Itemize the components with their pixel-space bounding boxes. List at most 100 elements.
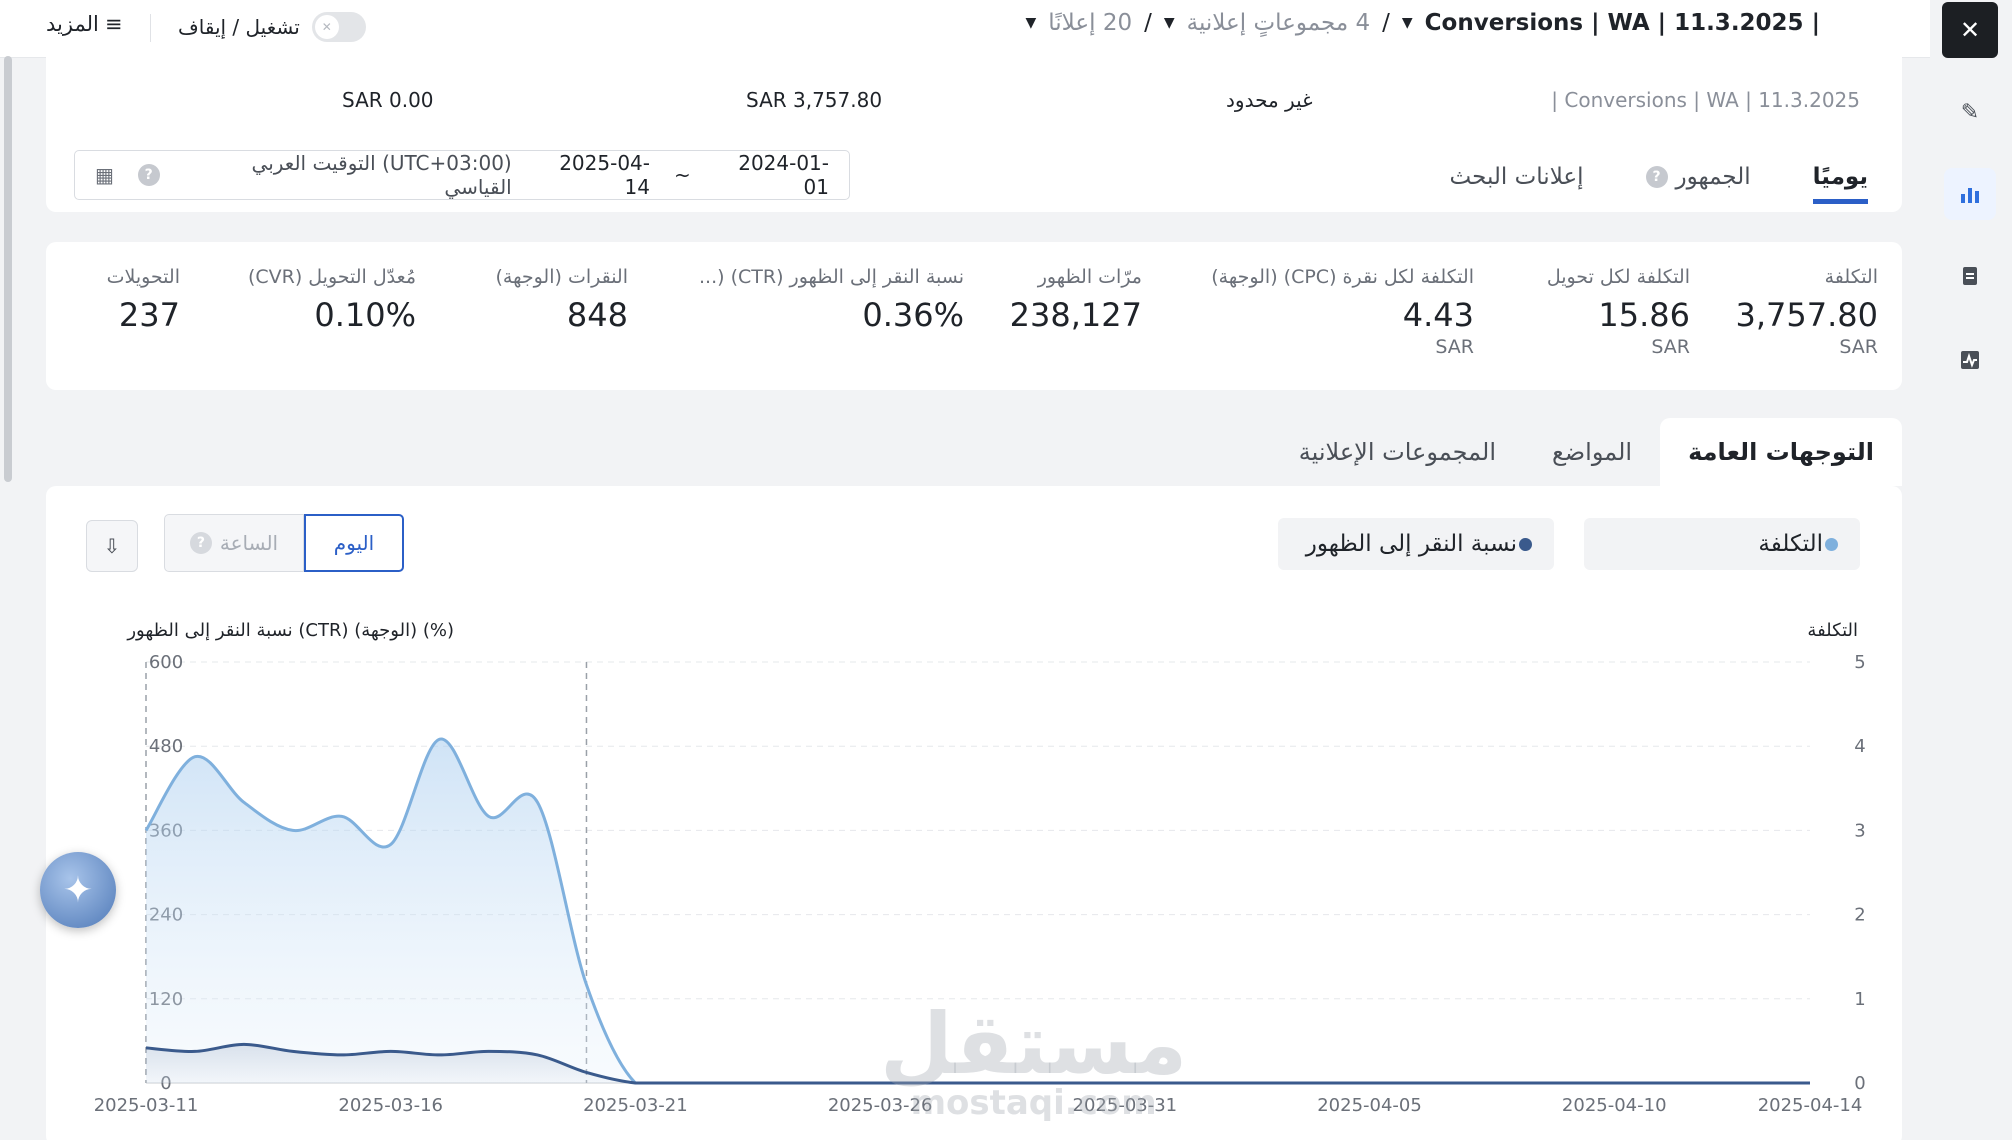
toggle-off-icon: ✕ bbox=[314, 15, 339, 39]
value-amount: SAR 0.00 bbox=[342, 88, 434, 112]
metric-value: 238,127 bbox=[1009, 296, 1142, 334]
metric-label: التكلفة bbox=[1824, 266, 1878, 288]
tab-label: يوميًا bbox=[1812, 164, 1868, 190]
status-toggle-group: تشغيل / إيقاف ✕ bbox=[178, 12, 366, 42]
metric-value: 848 bbox=[566, 296, 628, 334]
y-left-tick-label: 600 bbox=[149, 652, 183, 673]
y-left-tick-label: 480 bbox=[149, 736, 183, 757]
y-right-tick-label: 1 bbox=[1854, 989, 1865, 1010]
metric-cost-per-conversion: التكلفة لكل تحويل 15.86 SAR bbox=[1547, 266, 1690, 358]
metric-label: النقرات (الوجهة) bbox=[495, 266, 629, 288]
metric-label: التكلفة لكل تحويل bbox=[1546, 266, 1690, 288]
date-separator: ~ bbox=[673, 163, 691, 187]
metric-ctr: نسبة النقر إلى الظهور (CTR) (... 0.36% bbox=[699, 266, 964, 334]
timezone-label: (UTC+03:00) التوقيت العربي القياسي bbox=[251, 151, 512, 199]
metric-value: 237 bbox=[118, 296, 180, 334]
chevron-down-icon[interactable]: ▼ bbox=[1164, 15, 1175, 31]
tab-search-ads[interactable]: إعلانات البحث bbox=[1450, 164, 1584, 204]
date-range-picker[interactable]: 2024-01-01 ~ 2025-04-14 (UTC+03:00) التو… bbox=[74, 150, 850, 200]
tab-label: التوجهات العامة bbox=[1688, 438, 1874, 466]
help-icon[interactable]: ? bbox=[137, 164, 160, 186]
details-button[interactable] bbox=[1944, 250, 1996, 302]
tab-audience[interactable]: الجمهور? bbox=[1645, 164, 1751, 204]
spend-value: SAR 3,757.80 bbox=[746, 88, 883, 112]
tab-label: الجمهور bbox=[1675, 164, 1751, 190]
breakdown-tabs: يوميًا الجمهور? إعلانات البحث bbox=[1450, 164, 1868, 204]
metrics-card: التكلفة 3,757.80 SAR التكلفة لكل تحويل 1… bbox=[46, 242, 1902, 390]
pulse-chart-icon bbox=[1961, 351, 1979, 369]
y-left-axis-title: نسبة النقر إلى الظهور (CTR) (الوجهة) (%) bbox=[126, 620, 454, 641]
tab-placements[interactable]: المواضع bbox=[1524, 418, 1660, 486]
trend-chart: نسبة النقر إلى الظهور (CTR) (الوجهة) (%)… bbox=[94, 620, 1866, 1116]
chevron-down-icon[interactable]: ▼ bbox=[1025, 15, 1036, 31]
metric-label: التكلفة لكل نقرة (CPC) (الوجهة) bbox=[1211, 266, 1474, 288]
divider bbox=[150, 14, 151, 42]
pencil-icon: ✎ bbox=[1960, 99, 1980, 125]
page-scrollbar[interactable] bbox=[4, 56, 12, 482]
metric-clicks: النقرات (الوجهة) 848 bbox=[496, 266, 629, 334]
close-icon: ✕ bbox=[1959, 16, 1981, 44]
help-icon[interactable]: ? bbox=[1645, 166, 1668, 188]
tab-label: المجموعات الإعلانية bbox=[1298, 438, 1496, 466]
metric-impressions: مرّات الظهور 238,127 bbox=[1010, 266, 1142, 334]
breadcrumb-campaign[interactable]: | Conversions | WA | 11.3.2025 bbox=[1425, 10, 1820, 36]
date-end: 2025-04-14 bbox=[559, 151, 650, 199]
y-right-tick-label: 5 bbox=[1854, 652, 1865, 673]
metric-currency: SAR bbox=[1651, 336, 1690, 358]
x-tick-label: 2025-03-21 bbox=[583, 1095, 688, 1116]
x-tick-label: 2025-03-26 bbox=[828, 1095, 933, 1116]
metric-value: 3,757.80 bbox=[1735, 296, 1879, 334]
metric-currency: SAR bbox=[1839, 336, 1878, 358]
date-start: 2024-01-01 bbox=[738, 151, 829, 199]
breadcrumb-ads[interactable]: 20 إعلانًا bbox=[1048, 10, 1132, 36]
metric-value: 4.43 bbox=[1402, 296, 1474, 334]
close-button[interactable]: ✕ bbox=[1942, 2, 1998, 58]
breadcrumb-ad-groups[interactable]: 4 مجموعاتٍ إعلانية bbox=[1187, 10, 1371, 36]
y-right-tick-label: 0 bbox=[1854, 1073, 1865, 1094]
more-label: المزيد bbox=[46, 12, 99, 36]
top-bar: المزيد ≡ تشغيل / إيقاف ✕ | Conversions |… bbox=[0, 0, 1930, 58]
tab-daily[interactable]: يوميًا bbox=[1812, 164, 1868, 204]
x-tick-label: 2025-04-14 bbox=[1758, 1095, 1863, 1116]
metric-value: 0.36% bbox=[862, 296, 964, 334]
breadcrumb-separator: / bbox=[1382, 10, 1390, 36]
x-tick-label: 2025-03-31 bbox=[1073, 1095, 1178, 1116]
x-tick-label: 2025-03-11 bbox=[94, 1095, 199, 1116]
campaign-summary-card: | Conversions | WA | 11.3.2025 غير محدود… bbox=[46, 56, 1902, 212]
y-right-tick-label: 4 bbox=[1854, 736, 1865, 757]
tab-label: إعلانات البحث bbox=[1449, 164, 1584, 190]
more-menu-button[interactable]: المزيد ≡ bbox=[46, 12, 122, 36]
y-right-axis-title: التكلفة bbox=[1807, 620, 1858, 641]
metric-value: 0.10% bbox=[314, 296, 416, 334]
metric-value: 15.86 bbox=[1598, 296, 1690, 334]
bar-chart-icon bbox=[1961, 188, 1979, 203]
campaign-name: | Conversions | WA | 11.3.2025 bbox=[1551, 88, 1860, 112]
tab-overview[interactable]: التوجهات العامة bbox=[1660, 418, 1902, 486]
section-tabs: التوجهات العامة المواضع المجموعات الإعلا… bbox=[1271, 418, 1902, 486]
calendar-icon: ▦ bbox=[95, 163, 114, 187]
analytics-button[interactable] bbox=[1944, 168, 1996, 220]
tab-label: المواضع bbox=[1552, 438, 1633, 466]
edit-button[interactable]: ✎ bbox=[1944, 86, 1996, 138]
metric-label: نسبة النقر إلى الظهور (CTR) (... bbox=[699, 266, 964, 288]
metric-cpc: التكلفة لكل نقرة (CPC) (الوجهة) 4.43 SAR bbox=[1211, 266, 1474, 358]
status-toggle[interactable]: ✕ bbox=[311, 12, 366, 42]
metric-label: التحويلات bbox=[106, 266, 180, 288]
toggle-label: تشغيل / إيقاف bbox=[178, 15, 300, 39]
metric-cvr: مُعدّل التحويل (CVR) 0.10% bbox=[248, 266, 416, 334]
budget-value: غير محدود bbox=[1226, 88, 1313, 112]
x-tick-label: 2025-03-16 bbox=[338, 1095, 443, 1116]
series-area-cost bbox=[146, 738, 1810, 1083]
activity-button[interactable] bbox=[1944, 334, 1996, 386]
breadcrumb-separator: / bbox=[1144, 10, 1152, 36]
tab-ad-groups[interactable]: المجموعات الإعلانية bbox=[1271, 418, 1524, 486]
document-icon bbox=[1963, 267, 1977, 285]
metric-cost: التكلفة 3,757.80 SAR bbox=[1736, 266, 1879, 358]
chevron-down-icon[interactable]: ▼ bbox=[1402, 15, 1413, 31]
compass-star-icon: ✦ bbox=[62, 869, 94, 911]
metric-label: مُعدّل التحويل (CVR) bbox=[247, 266, 416, 288]
y-right-tick-label: 2 bbox=[1854, 905, 1865, 926]
metric-label: مرّات الظهور bbox=[1037, 266, 1142, 288]
breadcrumb: | Conversions | WA | 11.3.2025 ▼ / 4 مجم… bbox=[1025, 10, 1820, 36]
assistant-button[interactable]: ✦ bbox=[40, 852, 116, 928]
